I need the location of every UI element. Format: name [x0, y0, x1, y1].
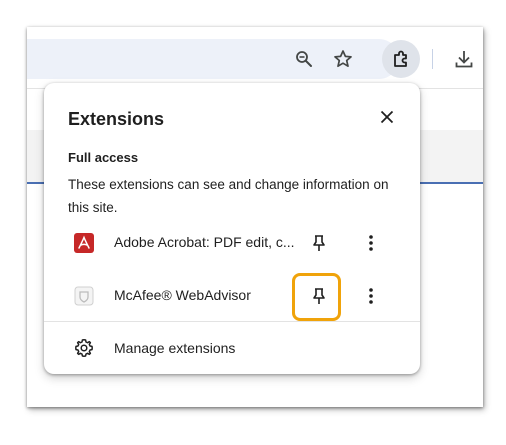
extensions-button[interactable]: [382, 40, 420, 78]
star-icon[interactable]: [332, 48, 354, 70]
puzzle-icon: [394, 50, 407, 67]
mcafee-webadvisor-icon: [74, 286, 94, 306]
section-heading: Full access: [68, 150, 139, 165]
extension-name: Adobe Acrobat: PDF edit, c...: [114, 234, 295, 250]
more-vert-icon: [369, 235, 373, 251]
toolbar-separator: [432, 49, 433, 69]
close-icon: [380, 110, 394, 124]
zoom-icon[interactable]: [294, 49, 314, 69]
browser-toolbar: [27, 27, 483, 87]
more-options-button[interactable]: [359, 231, 383, 255]
extension-row-adobe-acrobat[interactable]: Adobe Acrobat: PDF edit, c...: [44, 218, 420, 268]
pin-icon: [313, 235, 325, 251]
adobe-acrobat-icon: [74, 233, 94, 253]
popup-title: Extensions: [68, 109, 165, 129]
more-vert-icon: [369, 288, 373, 304]
pin-button[interactable]: [307, 231, 331, 255]
more-options-button[interactable]: [359, 284, 383, 308]
pin-highlight-box: [292, 273, 341, 321]
popup-divider: [44, 321, 420, 322]
section-description: These extensions can see and change info…: [68, 177, 389, 215]
manage-extensions-label: Manage extensions: [114, 340, 236, 356]
download-icon[interactable]: [453, 48, 475, 70]
gear-icon: [75, 339, 93, 357]
manage-extensions-button[interactable]: Manage extensions: [44, 326, 420, 370]
extension-row-mcafee-webadvisor[interactable]: McAfee® WebAdvisor: [44, 271, 420, 321]
extensions-popup: Extensions Full access These extensions …: [44, 83, 420, 374]
close-button[interactable]: [375, 105, 399, 129]
extension-name: McAfee® WebAdvisor: [114, 287, 251, 303]
